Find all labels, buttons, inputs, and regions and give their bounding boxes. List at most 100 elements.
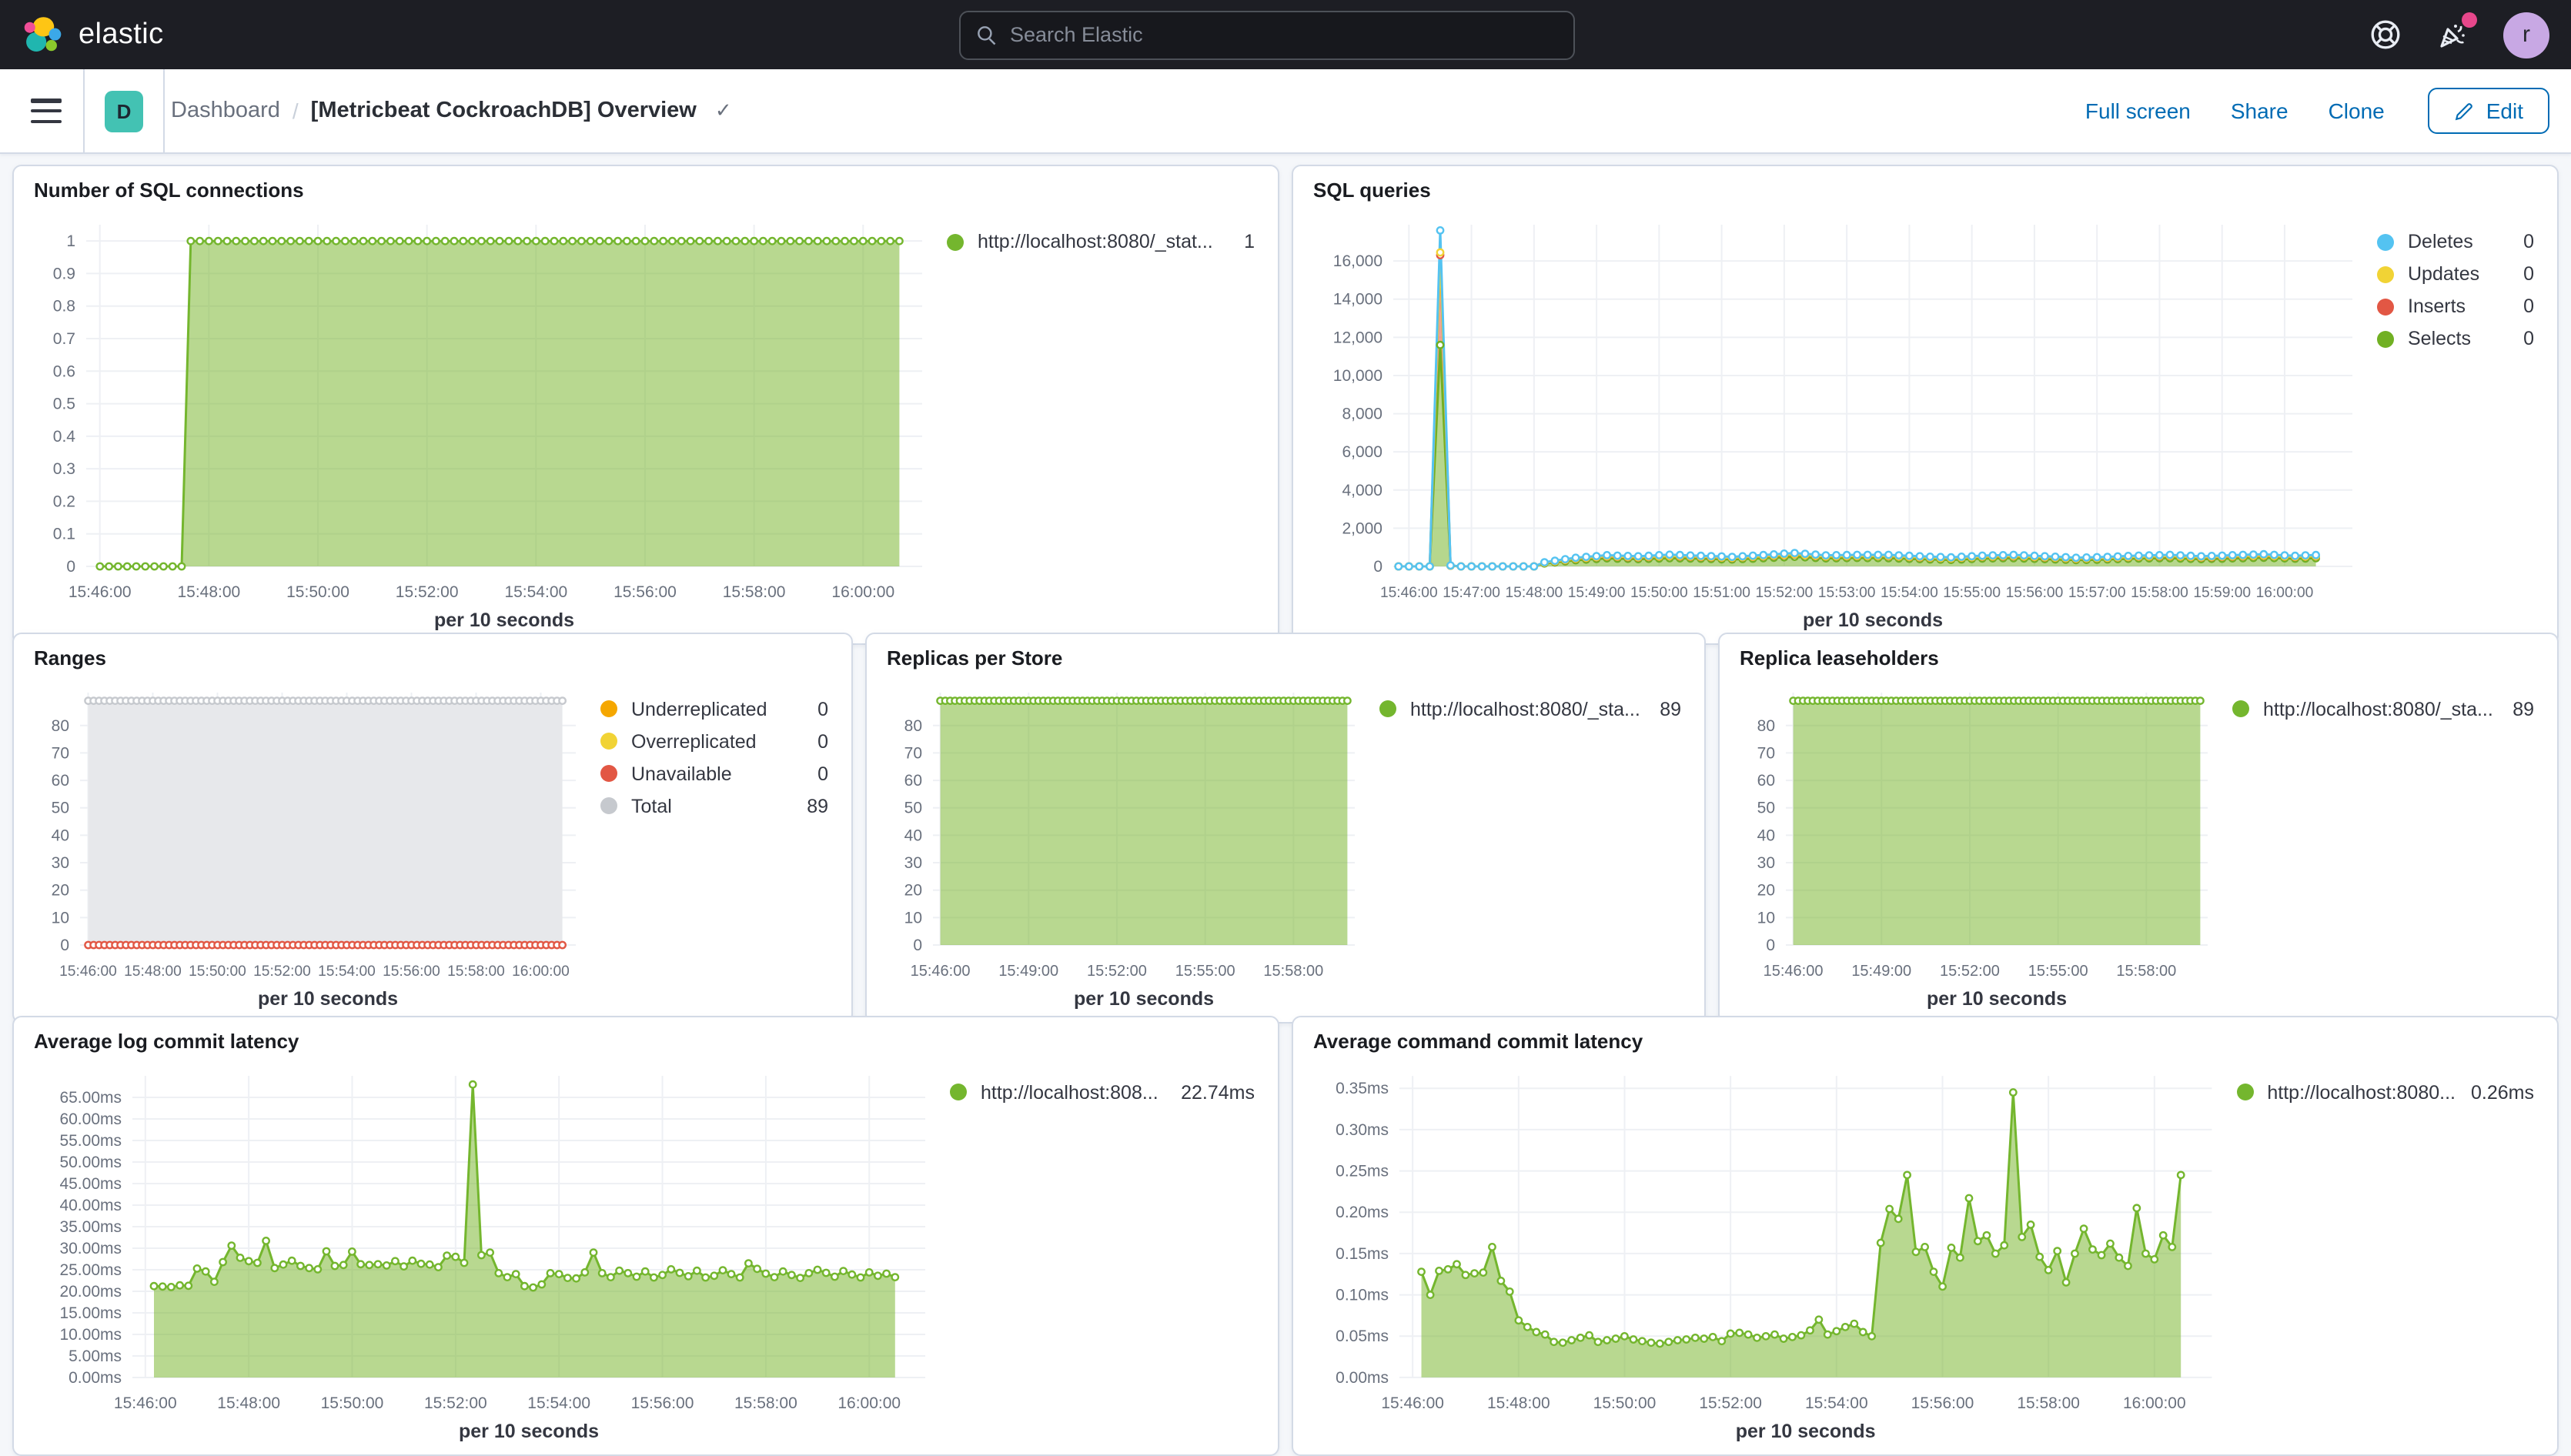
svg-text:16:00:00: 16:00:00 xyxy=(512,963,570,980)
chart-legend: http://localhost:8080/_sta...89 xyxy=(1370,677,1684,1016)
breadcrumb-dashboard-link[interactable]: Dashboard xyxy=(171,99,280,123)
chart-canvas[interactable]: 15:46:0015:48:0015:50:0015:52:0015:54:00… xyxy=(34,209,938,637)
svg-text:70: 70 xyxy=(904,744,922,762)
legend-item[interactable]: http://localhost:8080/_sta...89 xyxy=(2232,699,2534,720)
topbar-actions: r xyxy=(2368,12,2549,58)
svg-text:15:54:00: 15:54:00 xyxy=(1881,585,1938,601)
svg-text:10: 10 xyxy=(52,909,69,927)
edit-button-label: Edit xyxy=(2486,99,2523,123)
chart-canvas[interactable]: 15:46:0015:49:0015:52:0015:55:0015:58:00… xyxy=(887,677,1370,1016)
panel-average-command-commit-latency: Average command commit latency 15:46:001… xyxy=(1292,1016,2559,1456)
legend-swatch-icon xyxy=(950,1084,967,1101)
svg-text:45.00ms: 45.00ms xyxy=(59,1175,122,1193)
dashboard-grid: Number of SQL connections 15:46:0015:48:… xyxy=(0,154,2571,1445)
legend-label: http://localhost:8080/_sta... xyxy=(1410,699,1640,720)
svg-text:0.4: 0.4 xyxy=(53,428,76,446)
svg-text:15:46:00: 15:46:00 xyxy=(1764,963,1824,980)
svg-text:70: 70 xyxy=(52,744,69,762)
svg-text:20: 20 xyxy=(52,881,69,899)
share-button[interactable]: Share xyxy=(2231,99,2288,123)
legend-value: 0 xyxy=(2508,296,2534,317)
breadcrumb-separator: / xyxy=(293,99,299,123)
svg-text:15:57:00: 15:57:00 xyxy=(2068,585,2126,601)
chart-canvas[interactable]: 15:46:0015:49:0015:52:0015:55:0015:58:00… xyxy=(1740,677,2223,1016)
elastic-brand[interactable]: elastic xyxy=(22,13,164,56)
svg-text:10: 10 xyxy=(1757,909,1775,927)
legend-item[interactable]: Underreplicated 0 xyxy=(600,699,828,720)
svg-text:15:48:00: 15:48:00 xyxy=(217,1394,280,1412)
menu-icon[interactable] xyxy=(31,99,62,123)
chart-legend: Deletes0 Updates0 Inserts0 Selects0 xyxy=(2368,209,2537,637)
legend-item[interactable]: Deletes0 xyxy=(2377,231,2534,252)
chart-canvas[interactable]: 15:46:0015:47:0015:48:0015:49:0015:50:00… xyxy=(1313,209,2368,637)
brand-name: elastic xyxy=(79,18,164,52)
svg-text:15:54:00: 15:54:00 xyxy=(1805,1394,1868,1411)
svg-text:15:50:00: 15:50:00 xyxy=(1593,1394,1657,1411)
legend-item[interactable]: http://localhost:8080/_stat...1 xyxy=(947,231,1255,252)
legend-item[interactable]: Inserts0 xyxy=(2377,296,2534,317)
svg-text:15:48:00: 15:48:00 xyxy=(1505,585,1563,601)
svg-text:15:49:00: 15:49:00 xyxy=(998,963,1058,980)
user-avatar[interactable]: r xyxy=(2503,12,2549,58)
panel-sql-queries: SQL queries 15:46:0015:47:0015:48:0015:4… xyxy=(1292,165,2559,645)
svg-text:15:54:00: 15:54:00 xyxy=(318,963,376,980)
legend-item[interactable]: Total89 xyxy=(600,796,828,817)
panel-title: Ranges xyxy=(34,646,831,677)
chart-legend: Underreplicated0Overreplicated0Unavailab… xyxy=(591,677,831,1016)
svg-text:0.1: 0.1 xyxy=(53,526,75,543)
legend-label: http://localhost:8080/_sta... xyxy=(2263,699,2493,720)
svg-text:0: 0 xyxy=(60,937,69,954)
whats-new-icon[interactable] xyxy=(2436,18,2469,52)
global-search-input[interactable]: Search Elastic xyxy=(959,10,1575,59)
svg-text:15:52:00: 15:52:00 xyxy=(1940,963,2000,980)
saved-check-icon[interactable]: ✓ xyxy=(715,99,732,123)
legend-item[interactable]: Selects0 xyxy=(2377,328,2534,349)
svg-text:30: 30 xyxy=(1757,854,1775,872)
legend-swatch-icon xyxy=(2377,233,2394,250)
svg-text:2,000: 2,000 xyxy=(1342,519,1382,537)
legend-swatch-icon xyxy=(1379,701,1396,718)
legend-swatch-icon xyxy=(600,798,617,815)
legend-value: 0 xyxy=(802,731,828,753)
legend-label: Underreplicated xyxy=(631,699,767,720)
legend-value: 0 xyxy=(802,699,828,720)
panel-replica-leaseholders: Replica leaseholders 15:46:0015:49:0015:… xyxy=(1718,633,2559,1024)
legend-item[interactable]: http://localhost:8080/_sta...89 xyxy=(1379,699,1681,720)
svg-text:15:46:00: 15:46:00 xyxy=(69,583,132,601)
legend-swatch-icon xyxy=(947,233,964,250)
legend-item[interactable]: Updates0 xyxy=(2377,263,2534,285)
svg-text:8,000: 8,000 xyxy=(1342,406,1382,423)
edit-button[interactable]: Edit xyxy=(2428,88,2549,134)
panel-title: Replica leaseholders xyxy=(1740,646,2537,677)
svg-text:10.00ms: 10.00ms xyxy=(59,1326,122,1344)
svg-text:15:58:00: 15:58:00 xyxy=(2131,585,2188,601)
legend-item[interactable]: http://localhost:8080...0.26ms xyxy=(2236,1082,2534,1104)
legend-value: 0 xyxy=(802,763,828,785)
legend-value: 0.26ms xyxy=(2456,1082,2534,1104)
svg-text:0: 0 xyxy=(1766,937,1775,954)
chart-canvas[interactable]: 15:46:0015:48:0015:50:0015:52:0015:54:00… xyxy=(1313,1060,2227,1448)
svg-text:16:00:00: 16:00:00 xyxy=(2256,585,2314,601)
legend-item[interactable]: Overreplicated0 xyxy=(600,731,828,753)
clone-button[interactable]: Clone xyxy=(2329,99,2385,123)
svg-text:10,000: 10,000 xyxy=(1333,367,1382,385)
svg-text:0.05ms: 0.05ms xyxy=(1336,1327,1389,1345)
legend-item[interactable]: Unavailable0 xyxy=(600,763,828,785)
svg-text:6,000: 6,000 xyxy=(1342,443,1382,461)
svg-text:1: 1 xyxy=(66,232,75,250)
help-icon[interactable] xyxy=(2368,18,2402,52)
chart-legend: http://localhost:8080/_sta...89 xyxy=(2223,677,2537,1016)
dashboard-badge[interactable]: D xyxy=(105,90,143,132)
legend-item[interactable]: http://localhost:808...22.74ms xyxy=(950,1082,1255,1104)
legend-swatch-icon xyxy=(600,766,617,783)
svg-text:0.3: 0.3 xyxy=(53,460,75,478)
svg-text:20: 20 xyxy=(904,881,922,899)
svg-text:15:58:00: 15:58:00 xyxy=(2017,1394,2080,1411)
full-screen-button[interactable]: Full screen xyxy=(2085,99,2191,123)
svg-text:15:52:00: 15:52:00 xyxy=(1087,963,1147,980)
svg-text:15:52:00: 15:52:00 xyxy=(1756,585,1814,601)
legend-value: 22.74ms xyxy=(1165,1082,1255,1104)
chart-canvas[interactable]: 15:46:0015:48:0015:50:0015:52:0015:54:00… xyxy=(34,677,591,1016)
svg-text:15:48:00: 15:48:00 xyxy=(177,583,240,601)
chart-canvas[interactable]: 15:46:0015:48:0015:50:0015:52:0015:54:00… xyxy=(34,1060,941,1448)
